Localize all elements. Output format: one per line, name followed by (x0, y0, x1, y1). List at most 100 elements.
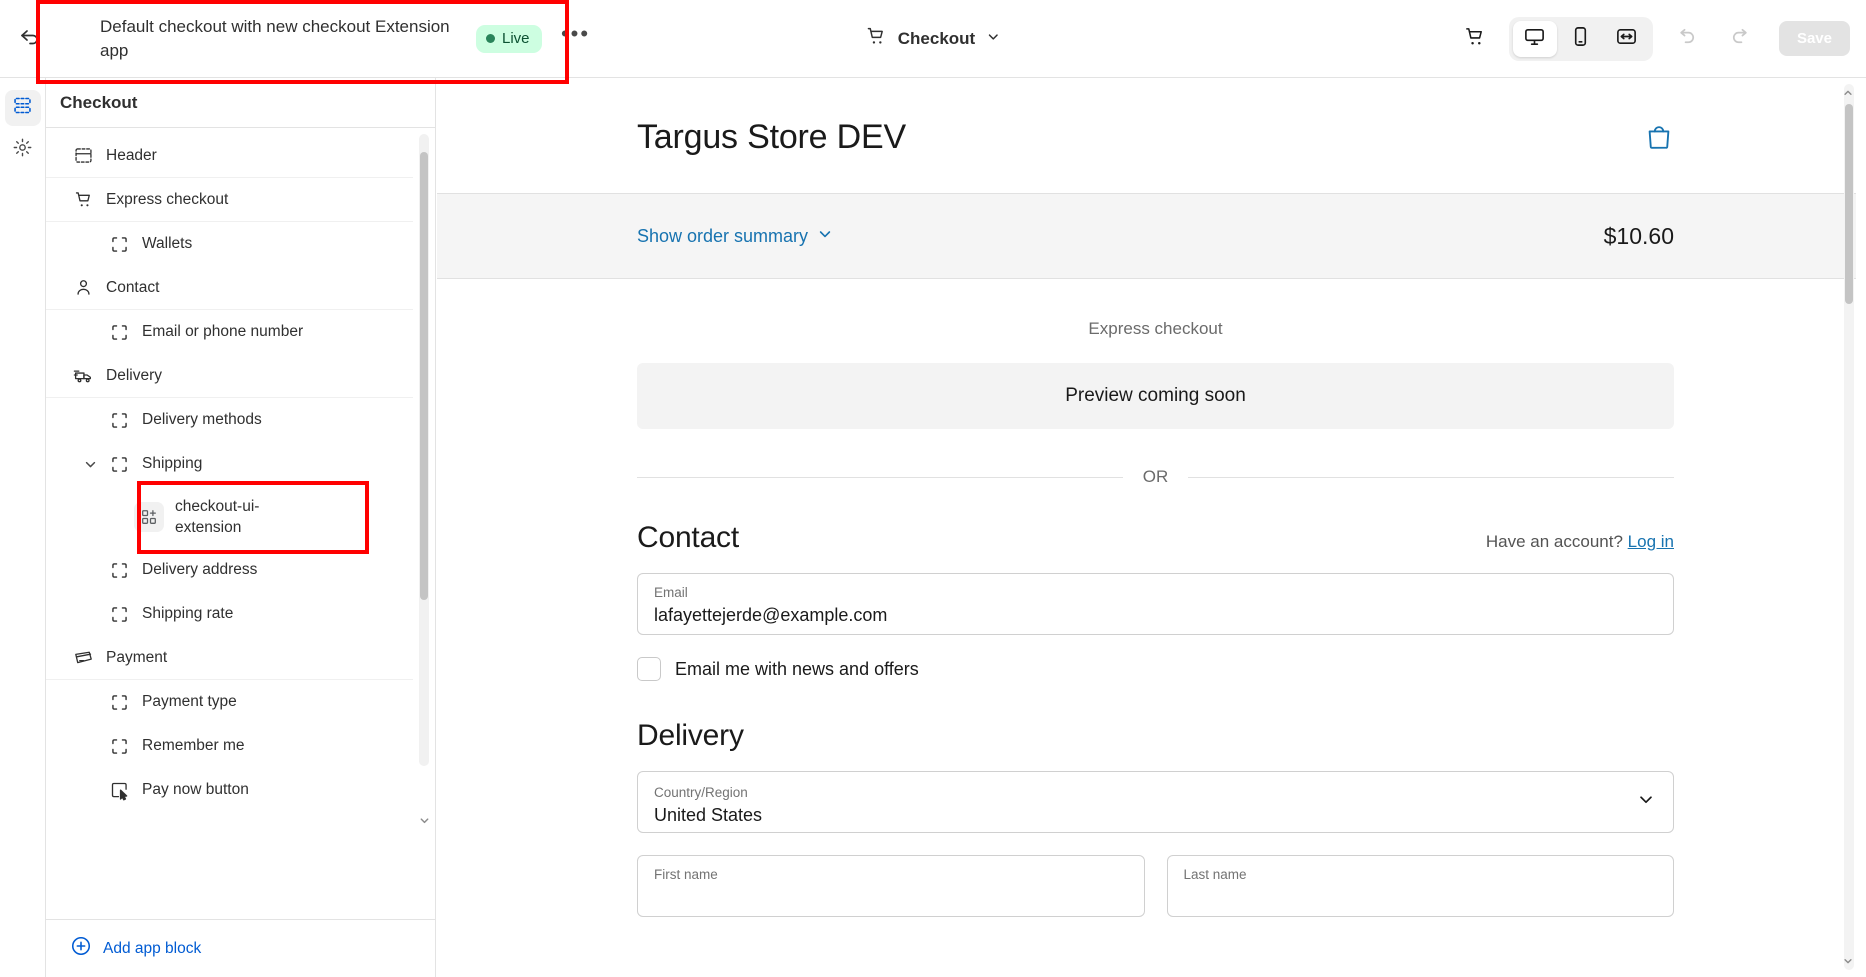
tree-item-label: checkout-ui-extension (175, 498, 260, 536)
tree-item-express-checkout[interactable]: Express checkout (46, 178, 413, 222)
show-order-summary-label: Show order summary (637, 225, 809, 246)
tree-item-label: Header (106, 146, 157, 164)
chevron-down-icon[interactable] (82, 456, 98, 472)
person-icon (72, 277, 94, 299)
cart-icon (1463, 25, 1486, 53)
page-title: Default checkout with new checkout Exten… (100, 16, 450, 60)
tree-item-wallets[interactable]: Wallets (46, 222, 413, 266)
tree-item-delivery-address[interactable]: Delivery address (46, 548, 413, 592)
device-mobile-button[interactable] (1559, 21, 1603, 57)
shopping-bag-icon[interactable] (1644, 122, 1674, 157)
more-options-button[interactable]: ••• (558, 21, 594, 57)
newsletter-row[interactable]: Email me with news and offers (637, 657, 1674, 681)
app-block-icon (134, 502, 164, 532)
device-fullwidth-button[interactable] (1605, 21, 1649, 57)
contact-title: Contact (637, 521, 739, 554)
country-region-select[interactable]: Country/Region United States (637, 771, 1674, 833)
chevron-down-icon (1637, 791, 1655, 814)
add-app-block-button[interactable]: Add app block (46, 919, 435, 977)
tree-item-pay-now-button[interactable]: Pay now button (46, 768, 413, 812)
status-badge: Live (476, 24, 542, 53)
tree-item-label: Express checkout (106, 190, 229, 208)
add-app-block-label: Add app block (103, 939, 202, 957)
show-order-summary-button[interactable]: Show order summary (637, 226, 833, 247)
tree-item-shipping-rate[interactable]: Shipping rate (46, 592, 413, 636)
tree-scrollbar[interactable] (419, 134, 429, 766)
tree-scroll-down-arrow[interactable] (418, 814, 430, 826)
save-button[interactable]: Save (1778, 21, 1850, 56)
tree-item-label: Wallets (142, 235, 193, 252)
back-arrow-icon (18, 24, 42, 53)
preview-scrollbar[interactable] (1844, 84, 1854, 970)
last-name-placeholder: Last name (1183, 867, 1247, 882)
block-icon (108, 453, 130, 475)
redo-button[interactable] (1721, 19, 1761, 59)
tree-item-remember-me[interactable]: Remember me (46, 724, 413, 768)
tree-item-checkout-ui-extension[interactable]: checkout-ui-extension (46, 486, 413, 548)
email-field-label: Email (654, 585, 688, 600)
block-icon (108, 735, 130, 757)
desktop-icon (1523, 25, 1546, 53)
chevron-down-icon (817, 226, 833, 247)
preview-scroll-down-arrow[interactable] (1843, 956, 1853, 966)
last-name-field[interactable]: Last name (1166, 855, 1674, 917)
tree-item-delivery-methods[interactable]: Delivery methods (46, 398, 413, 442)
undo-button[interactable] (1667, 19, 1707, 59)
tree-item-label: Contact (106, 278, 160, 296)
email-field[interactable]: Email lafayettejerde@example.com (637, 573, 1674, 635)
country-region-value: United States (654, 805, 763, 825)
tree-item-payment[interactable]: Payment (46, 636, 413, 680)
tree-item-label: Delivery (106, 366, 162, 384)
first-name-field[interactable]: First name (637, 855, 1145, 917)
tree-item-label: Remember me (142, 737, 245, 754)
tree-item-contact[interactable]: Contact (46, 266, 413, 310)
payment-icon (72, 647, 94, 669)
login-link[interactable]: Log in (1628, 532, 1674, 551)
tree-item-label: Delivery address (142, 561, 258, 578)
tree-item-email-or-phone-number[interactable]: Email or phone number (46, 310, 413, 354)
document-title-group: Default checkout with new checkout Exten… (100, 15, 594, 63)
tree-item-shipping[interactable]: Shipping (46, 442, 413, 486)
panel-header: Checkout (46, 78, 435, 128)
cart-icon (72, 189, 94, 211)
tree-item-label: Payment type (142, 693, 237, 710)
country-region-label: Country/Region (654, 785, 748, 800)
store-name: Targus Store DEV (637, 118, 906, 156)
mobile-icon (1569, 25, 1592, 53)
status-dot-icon (486, 34, 495, 43)
tree-item-label: Shipping rate (142, 605, 234, 622)
tree-item-payment-type[interactable]: Payment type (46, 680, 413, 724)
tree-item-header[interactable]: Header (46, 134, 413, 178)
name-fields-row: First name Last name (637, 855, 1674, 917)
truck-icon (72, 365, 94, 387)
tree-scrollbar-thumb[interactable] (420, 152, 428, 600)
newsletter-checkbox[interactable] (637, 657, 661, 681)
chevron-down-icon (986, 29, 1001, 49)
preview-scroll-up-arrow[interactable] (1843, 88, 1853, 98)
device-desktop-button[interactable] (1512, 20, 1557, 57)
toolbar-actions: Save (1455, 16, 1850, 61)
page-selector[interactable]: Checkout (855, 19, 1011, 58)
redo-icon (1729, 25, 1752, 53)
preview-store-header: Targus Store DEV (437, 78, 1856, 193)
or-divider: OR (637, 467, 1674, 487)
tree-item-label: Email or phone number (142, 323, 304, 340)
rail-item-settings[interactable] (5, 132, 41, 168)
header-icon (72, 145, 94, 167)
express-checkout-placeholder: Preview coming soon (637, 363, 1674, 429)
first-name-placeholder: First name (654, 867, 718, 882)
preview-scrollbar-thumb[interactable] (1845, 104, 1853, 304)
back-button[interactable] (6, 15, 54, 63)
order-total: $10.60 (1603, 222, 1674, 249)
cart-preview-button[interactable] (1455, 19, 1495, 59)
device-toggle-group (1508, 16, 1653, 61)
rail-item-sections[interactable] (4, 90, 41, 126)
newsletter-label: Email me with news and offers (675, 658, 919, 679)
tree-item-label: Pay now button (142, 781, 249, 798)
sections-panel: Checkout Header Express checkout Wallets Co… (46, 78, 436, 977)
delivery-section-header: Delivery (637, 719, 1674, 753)
contact-section-header: Contact Have an account? Log in (637, 521, 1674, 555)
tree-item-delivery[interactable]: Delivery (46, 354, 413, 398)
fullwidth-icon (1615, 25, 1638, 53)
left-rail (0, 78, 46, 977)
